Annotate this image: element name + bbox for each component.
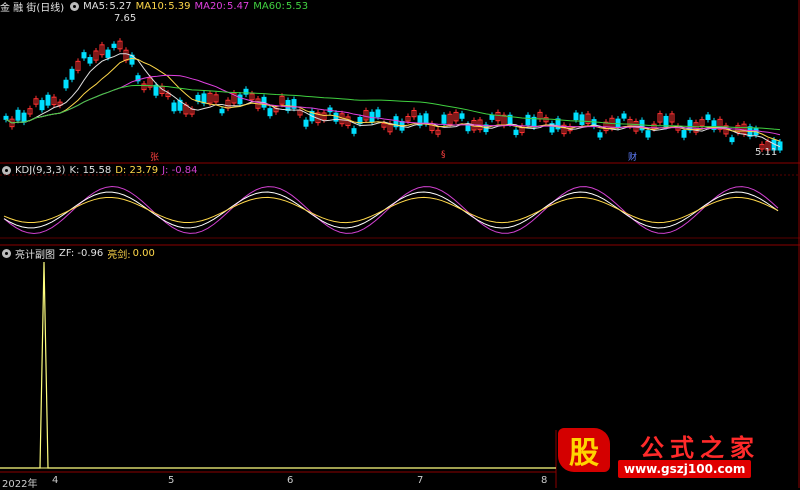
xaxis-label-aug: 8	[541, 475, 548, 486]
xaxis-label-jun: 6	[287, 475, 294, 486]
candle-body	[621, 113, 627, 119]
candle-body	[15, 109, 21, 121]
kdj-d-line	[3, 196, 779, 224]
candle-body	[267, 108, 273, 117]
candle-body	[681, 130, 687, 138]
candle-body	[423, 113, 429, 125]
candle-body	[663, 115, 669, 127]
candle-body	[153, 84, 159, 96]
site-logo: 股 公式之家 www.gszj100.com	[558, 428, 778, 482]
candle-body	[729, 137, 735, 143]
candle-body	[513, 129, 519, 136]
marker-1[interactable]: 张	[150, 150, 159, 163]
candle-body	[303, 119, 309, 127]
candle-body	[45, 94, 51, 106]
candle-body	[63, 79, 69, 89]
candle-body	[237, 94, 243, 105]
candle-body	[579, 114, 585, 125]
candle-body	[375, 109, 381, 118]
candle-body	[573, 112, 579, 121]
logo-title: 公式之家	[640, 433, 760, 462]
candle-body	[3, 115, 9, 120]
candle-body	[525, 114, 531, 126]
candle-body	[111, 43, 117, 48]
candle-body	[69, 68, 75, 80]
logo-mark-icon: 股	[558, 428, 610, 472]
candle-body	[441, 114, 447, 124]
zf-spike-line	[0, 261, 556, 469]
candle-body	[705, 114, 711, 120]
candle-body	[21, 112, 27, 123]
candle-body	[171, 102, 177, 112]
candle-body	[105, 49, 111, 58]
high-price-label: 7.65	[114, 13, 137, 24]
candle-body	[219, 108, 225, 114]
marker-3[interactable]: 财	[628, 150, 637, 163]
candle-body	[81, 52, 87, 59]
low-price-label: 5.11	[755, 147, 778, 158]
candle-body	[351, 128, 357, 134]
xaxis-label-may: 5	[168, 475, 175, 486]
stock-chart-canvas[interactable]	[0, 0, 800, 488]
marker-2[interactable]: §	[441, 150, 446, 160]
candle-body	[645, 130, 651, 138]
candle-body	[459, 113, 465, 119]
candle-body	[489, 114, 495, 120]
candle-body	[87, 57, 93, 64]
logo-url: www.gszj100.com	[618, 460, 752, 478]
candle-body	[243, 88, 249, 95]
candle-body	[39, 100, 45, 111]
xaxis-label-apr: 4	[52, 475, 59, 486]
candle-body	[597, 132, 603, 138]
xaxis-label-jul: 7	[417, 475, 424, 486]
